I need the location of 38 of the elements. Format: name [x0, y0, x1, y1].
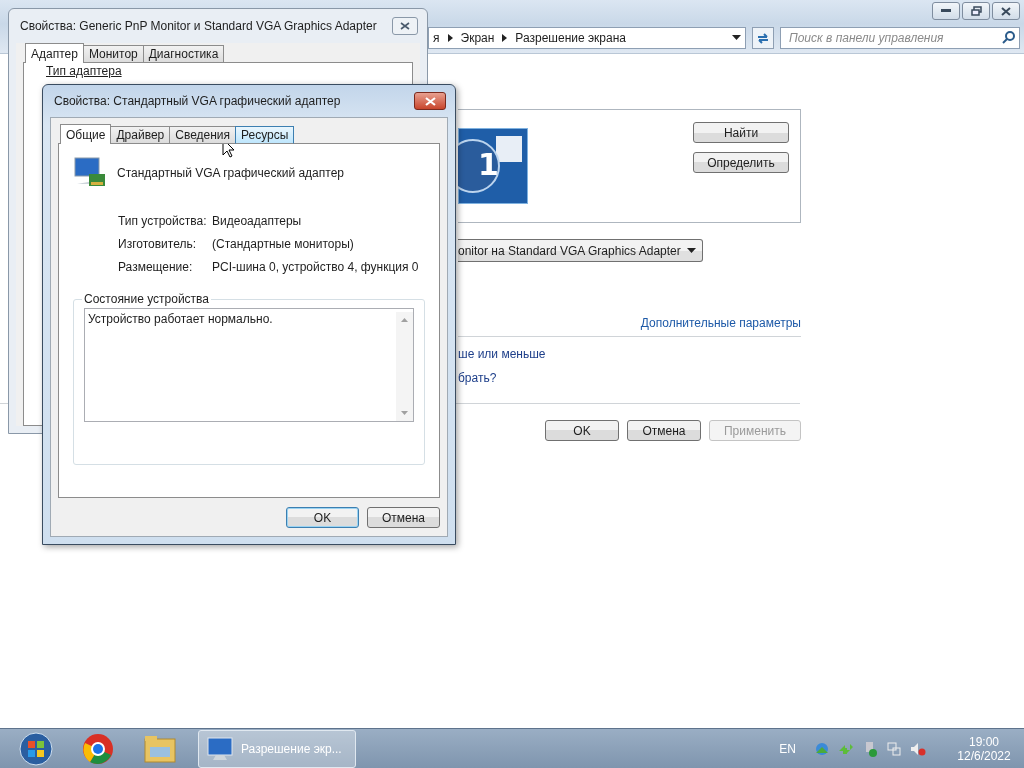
tab[interactable]: Монитор: [82, 45, 144, 63]
property-value: PCI-шина 0, устройство 4, функция 0: [212, 260, 420, 274]
help-link[interactable]: ше или меньше: [458, 347, 801, 361]
clock-time: 19:00: [969, 734, 999, 749]
clock-date: 12/6/2022: [957, 748, 1011, 763]
property-label: Размещение:: [118, 260, 194, 274]
address-bar[interactable]: я Экран Разрешение экрана: [428, 26, 746, 49]
group-label: Тип адаптера: [46, 64, 122, 78]
property-label: Изготовитель:: [118, 237, 197, 251]
search-field[interactable]: Поиск в панели управления: [780, 26, 1020, 49]
side-button[interactable]: Найти: [693, 122, 789, 143]
property-value: (Стандартные мониторы): [212, 237, 355, 251]
device-name: Стандартный VGA графический адаптер: [117, 166, 344, 180]
property-value: Видеоадаптеры: [212, 214, 303, 228]
breadcrumb-item[interactable]: Разрешение экрана: [515, 30, 626, 45]
tab[interactable]: Сведения: [169, 126, 237, 144]
display-select[interactable]: onitor на Standard VGA Graphics Adapter: [458, 239, 703, 262]
status-text-area[interactable]: Устройство работает нормально.: [84, 308, 414, 422]
dialog-title: Свойства: Стандартный VGA графический адаптер: [54, 94, 341, 108]
tab[interactable]: Общие: [60, 124, 112, 144]
advanced-settings-link[interactable]: Дополнительные параметры: [640, 316, 801, 330]
tab[interactable]: Драйвер: [110, 126, 171, 144]
monitor-drawing[interactable]: 1: [458, 128, 528, 204]
dialog-button[interactable]: OK: [545, 420, 619, 441]
dialog-button[interactable]: OK: [286, 507, 359, 528]
dialog-title: Свойства: Generic PnP Monitor и Standard VGA Graphics Adapter: [20, 19, 377, 33]
tab[interactable]: Диагностика: [142, 45, 225, 63]
tab[interactable]: Ресурсы: [235, 126, 295, 144]
dialog-button[interactable]: Отмена: [627, 420, 701, 441]
group-label: Состояние устройства: [83, 292, 211, 306]
dialog-button[interactable]: Отмена: [367, 507, 440, 528]
tab[interactable]: Адаптер: [25, 43, 84, 63]
status-text: Устройство работает нормально.: [88, 312, 273, 328]
property-label: Тип устройства:: [118, 214, 208, 228]
breadcrumb-item[interactable]: я: [433, 30, 440, 45]
side-button[interactable]: Определить: [693, 152, 789, 173]
breadcrumb-item[interactable]: Экран: [460, 30, 495, 45]
help-link[interactable]: брать?: [458, 371, 801, 385]
